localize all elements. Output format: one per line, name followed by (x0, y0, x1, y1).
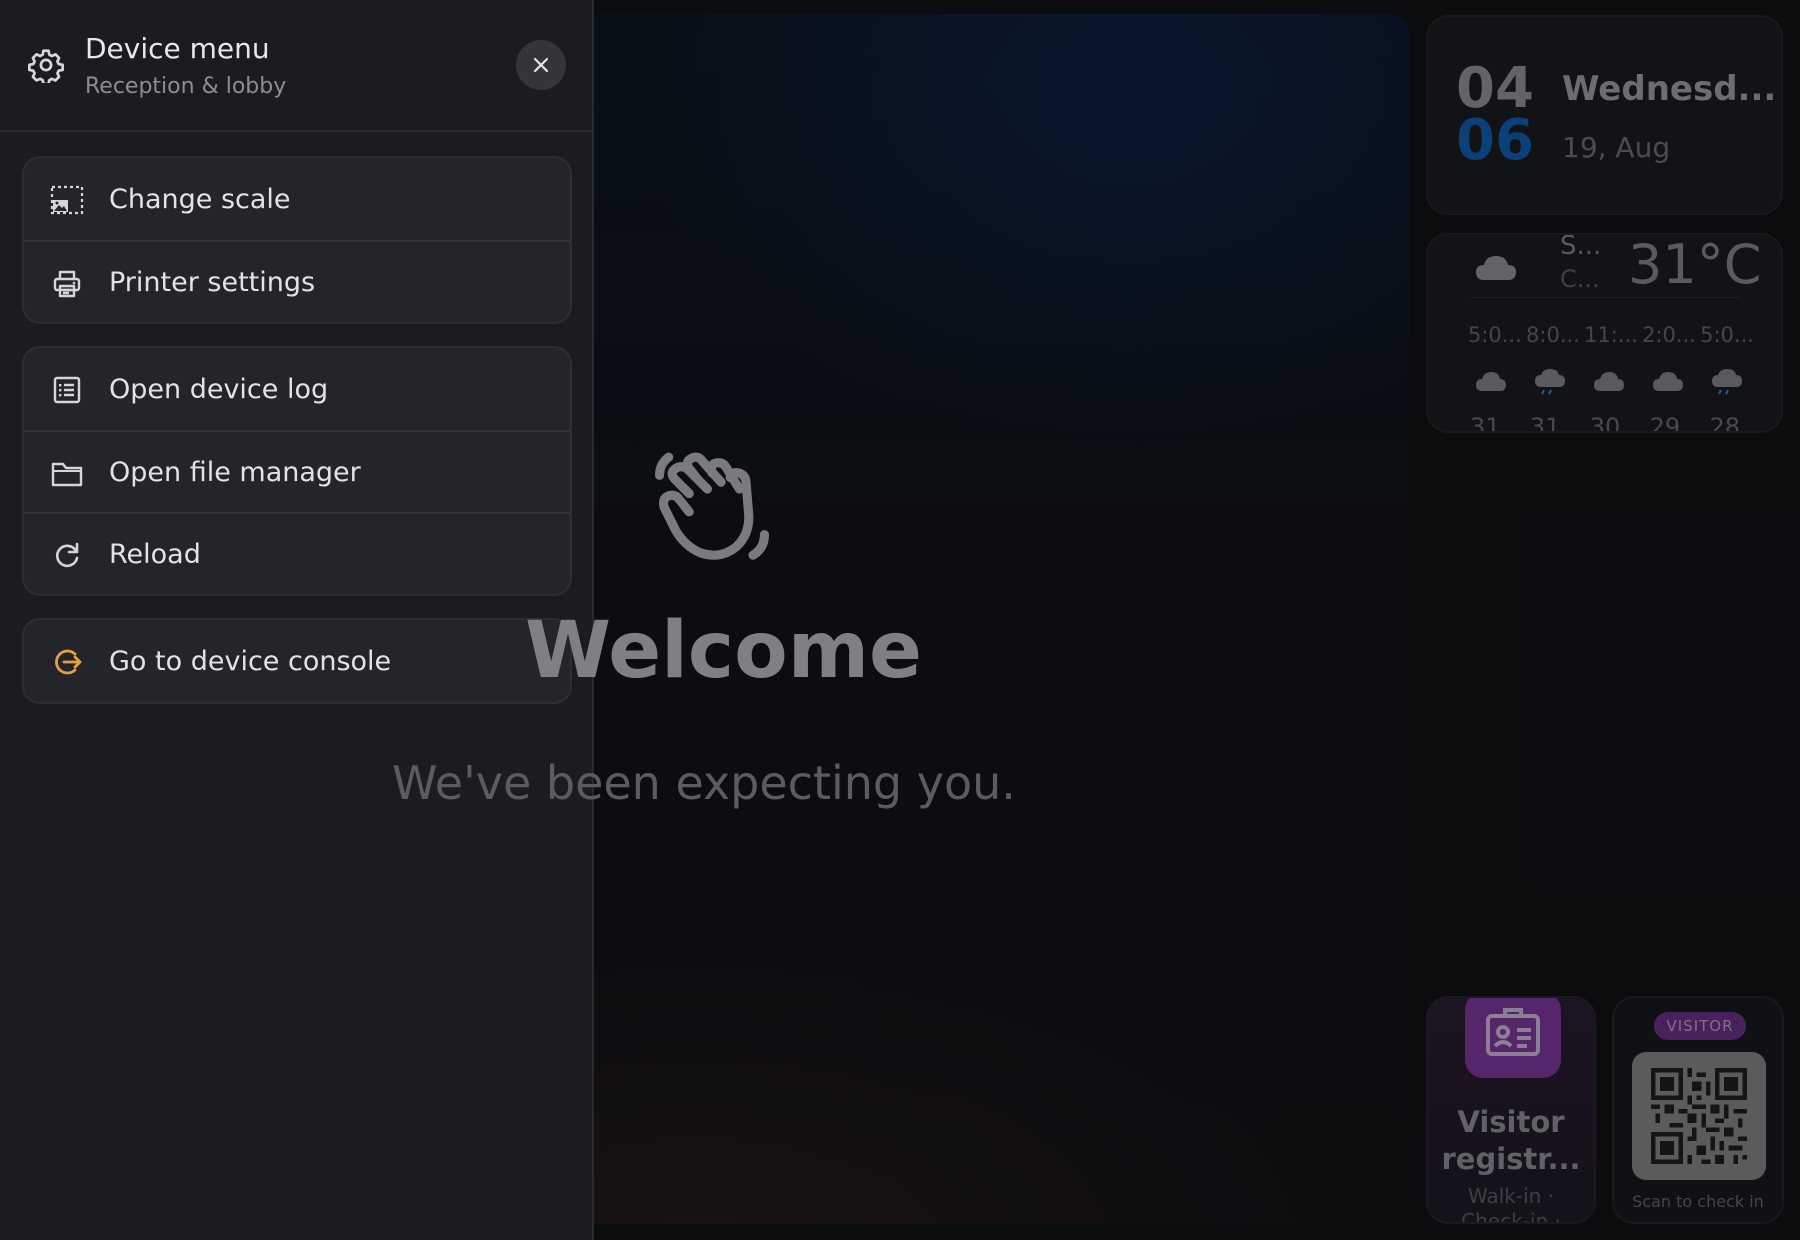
menu-item-label: Reload (109, 538, 201, 570)
folder-icon (50, 459, 84, 489)
menu-item-reload[interactable]: Reload (24, 512, 570, 594)
menu-item-label: Open device log (109, 373, 329, 405)
menu-item-printer-settings[interactable]: Printer settings (24, 240, 570, 322)
menu-item-label: Go to device console (109, 645, 392, 677)
menu-group-console: Go to device console (22, 618, 572, 704)
welcome-subtitle: We've been expecting you. (392, 756, 1016, 810)
menu-item-label: Change scale (109, 183, 291, 215)
device-menu-panel: Device menu Reception & lobby Change sca… (0, 0, 594, 1240)
reload-icon (50, 541, 84, 571)
menu-item-go-to-device-console[interactable]: Go to device console (24, 620, 570, 702)
device-menu-header: Device menu Reception & lobby (0, 0, 592, 132)
menu-title: Device menu (85, 32, 270, 65)
close-icon (533, 57, 549, 73)
waving-hand-icon (655, 452, 769, 560)
log-list-icon (50, 375, 84, 405)
gear-icon (28, 49, 64, 83)
welcome-title: Welcome (525, 606, 922, 696)
close-menu-button[interactable] (516, 40, 566, 90)
menu-item-open-file-manager[interactable]: Open file manager (24, 430, 570, 512)
menu-item-open-device-log[interactable]: Open device log (24, 348, 570, 430)
menu-group-display: Change scale Printer settings (22, 156, 572, 324)
menu-group-tools: Open device log Open file manager Reload (22, 346, 572, 596)
scale-image-icon (50, 185, 84, 215)
kiosk-screen: Welcome We've been expecting you. 04 06 … (0, 0, 1800, 1240)
menu-item-label: Open file manager (109, 456, 361, 488)
exit-console-icon (50, 647, 84, 677)
menu-subtitle: Reception & lobby (85, 74, 287, 99)
printer-icon (50, 269, 84, 299)
menu-item-change-scale[interactable]: Change scale (24, 158, 570, 240)
menu-item-label: Printer settings (109, 266, 316, 298)
